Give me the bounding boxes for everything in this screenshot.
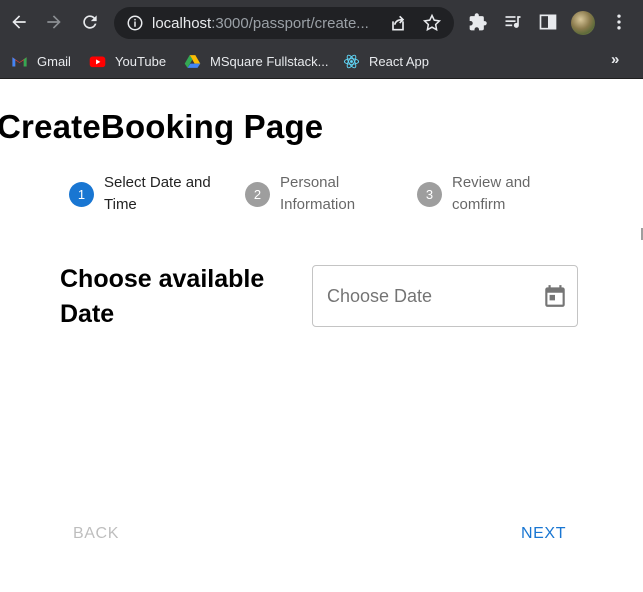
forward-arrow-icon[interactable]	[40, 8, 68, 36]
bookmark-label: Gmail	[37, 53, 71, 69]
google-drive-icon	[184, 54, 201, 68]
bookmark-youtube[interactable]: YouTube	[89, 51, 166, 71]
step-label: Select Date and Time	[104, 174, 211, 213]
step-label: Review and comfirm	[452, 174, 531, 213]
step-select-date: 1 Select Date and Time	[69, 172, 229, 216]
extensions-icon[interactable]	[468, 12, 488, 32]
bookmark-label: MSquare Fullstack...	[210, 53, 329, 69]
side-panel-icon[interactable]	[538, 12, 558, 32]
back-arrow-icon[interactable]	[5, 8, 33, 36]
bookmark-msquare[interactable]: MSquare Fullstack...	[184, 51, 329, 71]
step-number-badge: 3	[417, 182, 442, 207]
bookmark-star-icon[interactable]	[422, 13, 442, 33]
bookmark-label: React App	[369, 53, 429, 69]
next-button[interactable]: NEXT	[521, 525, 566, 543]
bookmarks-bar: Gmail YouTube MSquare Fullstack... React…	[0, 44, 643, 79]
address-bar[interactable]: localhost:3000/passport/create...	[114, 7, 454, 39]
date-input[interactable]	[327, 284, 527, 308]
step-label: Personal Information	[280, 174, 356, 213]
share-icon[interactable]	[388, 13, 408, 33]
bookmark-label: YouTube	[115, 53, 167, 69]
media-control-icon[interactable]	[503, 12, 523, 32]
browser-toolbar: localhost:3000/passport/create...	[0, 0, 643, 44]
more-menu-icon[interactable]	[609, 12, 629, 32]
react-icon	[343, 54, 360, 68]
section-heading: Choose available Date	[60, 265, 265, 328]
date-picker-field[interactable]	[312, 265, 578, 327]
youtube-icon	[89, 56, 106, 67]
bookmark-gmail[interactable]: Gmail	[11, 51, 71, 71]
url-path: :3000/passport/create...	[211, 15, 369, 32]
profile-avatar[interactable]	[571, 11, 595, 35]
step-personal-information: 2 Personal Information	[245, 172, 405, 216]
calendar-icon[interactable]	[542, 283, 568, 309]
info-icon[interactable]	[126, 14, 144, 32]
address-url[interactable]: localhost:3000/passport/create...	[152, 15, 382, 32]
page-title: CreateBooking Page	[0, 108, 324, 145]
step-review-confirm: 3 Review and comfirm	[417, 172, 577, 216]
step-number-badge: 2	[245, 182, 270, 207]
bookmarks-overflow-button[interactable]: »	[611, 51, 619, 68]
gmail-icon	[12, 56, 27, 66]
step-number-badge: 1	[69, 182, 94, 207]
url-host: localhost	[152, 15, 212, 32]
bookmark-react-app[interactable]: React App	[343, 51, 429, 71]
back-button[interactable]: BACK	[73, 525, 119, 543]
reload-icon[interactable]	[76, 8, 104, 36]
